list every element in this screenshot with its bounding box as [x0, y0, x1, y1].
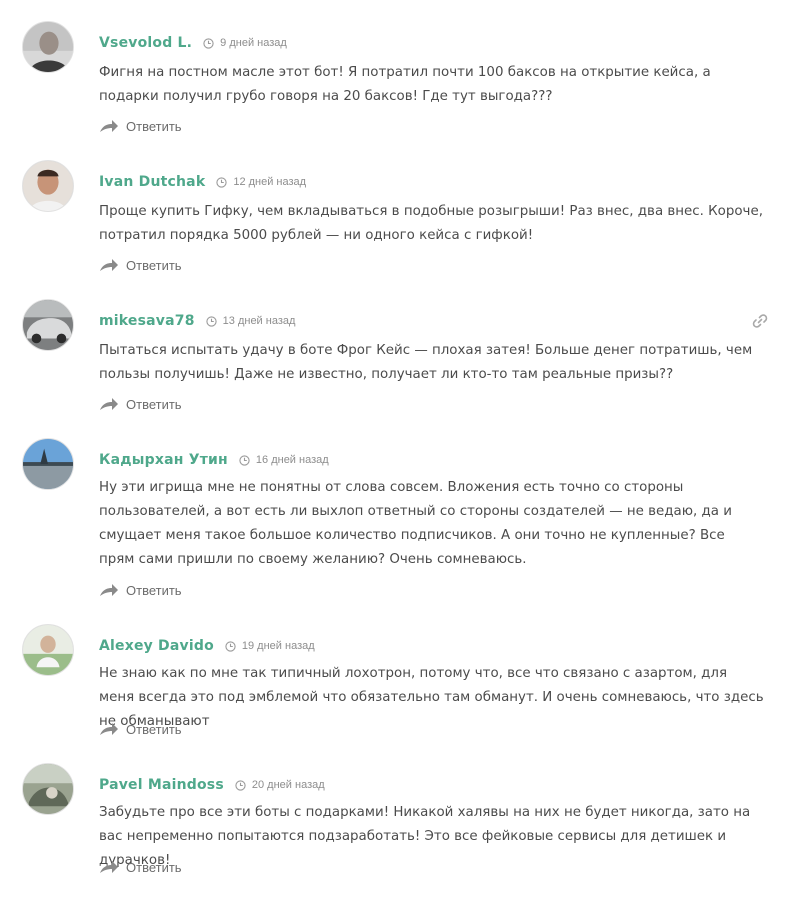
avatar[interactable]	[22, 160, 74, 212]
avatar[interactable]	[22, 299, 74, 351]
clock-icon	[216, 176, 227, 188]
clock-icon	[235, 779, 246, 791]
comments-list: Vsevolod L. 9 дней назад Фигня на постно…	[0, 0, 790, 913]
comment-text: Проще купить Гифку, чем вкладываться в п…	[99, 204, 763, 243]
clock-icon	[239, 454, 250, 466]
reply-button[interactable]: Ответить	[99, 580, 182, 600]
comment-meta: Кадырхан Утин 16 дней назад	[99, 450, 329, 470]
reply-arrow-icon	[99, 582, 119, 598]
reply-arrow-icon	[99, 396, 119, 412]
comment-meta: Ivan Dutchak 12 дней назад	[99, 172, 306, 192]
avatar[interactable]	[22, 21, 74, 73]
reply-button[interactable]: Ответить	[99, 116, 182, 136]
comment-time[interactable]: 13 дней назад	[223, 315, 296, 327]
author-name[interactable]: Pavel Maindoss	[99, 777, 224, 793]
comment-time[interactable]: 12 дней назад	[233, 176, 306, 188]
avatar[interactable]	[22, 438, 74, 490]
reply-label: Ответить	[126, 582, 182, 598]
reply-label: Ответить	[126, 396, 182, 412]
author-name[interactable]: mikesava78	[99, 313, 195, 329]
comment-meta: Vsevolod L. 9 дней назад	[99, 33, 287, 53]
author-name[interactable]: Alexey Davido	[99, 638, 214, 654]
comment-text: Не знаю как по мне так типичный лохотрон…	[99, 666, 764, 729]
reply-button[interactable]: Ответить	[99, 857, 182, 877]
reply-button[interactable]: Ответить	[99, 255, 182, 275]
reply-label: Ответить	[126, 257, 182, 273]
reply-label: Ответить	[126, 859, 182, 875]
comment-text: Забудьте про все эти боты с подарками! Н…	[99, 805, 751, 868]
clock-icon	[206, 315, 217, 327]
reply-arrow-icon	[99, 118, 119, 134]
reply-arrow-icon	[99, 257, 119, 273]
comment-time[interactable]: 20 дней назад	[252, 779, 325, 791]
comment-time[interactable]: 16 дней назад	[256, 454, 329, 466]
clock-icon	[225, 640, 236, 652]
clock-icon	[203, 37, 214, 49]
comment-time[interactable]: 9 дней назад	[220, 37, 287, 49]
reply-button[interactable]: Ответить	[99, 719, 182, 739]
comment-meta: Alexey Davido 19 дней назад	[99, 636, 315, 656]
comment-text: Пытаться испытать удачу в боте Фрог Кейс…	[99, 343, 753, 382]
comment-text: Фигня на постном масле этот бот! Я потра…	[99, 65, 711, 104]
author-name[interactable]: Кадырхан Утин	[99, 452, 228, 468]
comment-meta: mikesava78 13 дней назад	[99, 311, 295, 331]
avatar[interactable]	[22, 624, 74, 676]
reply-arrow-icon	[99, 859, 119, 875]
comment-text: Ну эти игрища мне не понятны от слова со…	[99, 480, 732, 567]
avatar[interactable]	[22, 763, 74, 815]
link-icon[interactable]	[752, 313, 768, 329]
reply-label: Ответить	[126, 721, 182, 737]
reply-button[interactable]: Ответить	[99, 394, 182, 414]
reply-label: Ответить	[126, 118, 182, 134]
comment-time[interactable]: 19 дней назад	[242, 640, 315, 652]
author-name[interactable]: Vsevolod L.	[99, 35, 192, 51]
comment-meta: Pavel Maindoss 20 дней назад	[99, 775, 325, 795]
reply-arrow-icon	[99, 721, 119, 737]
author-name[interactable]: Ivan Dutchak	[99, 174, 205, 190]
